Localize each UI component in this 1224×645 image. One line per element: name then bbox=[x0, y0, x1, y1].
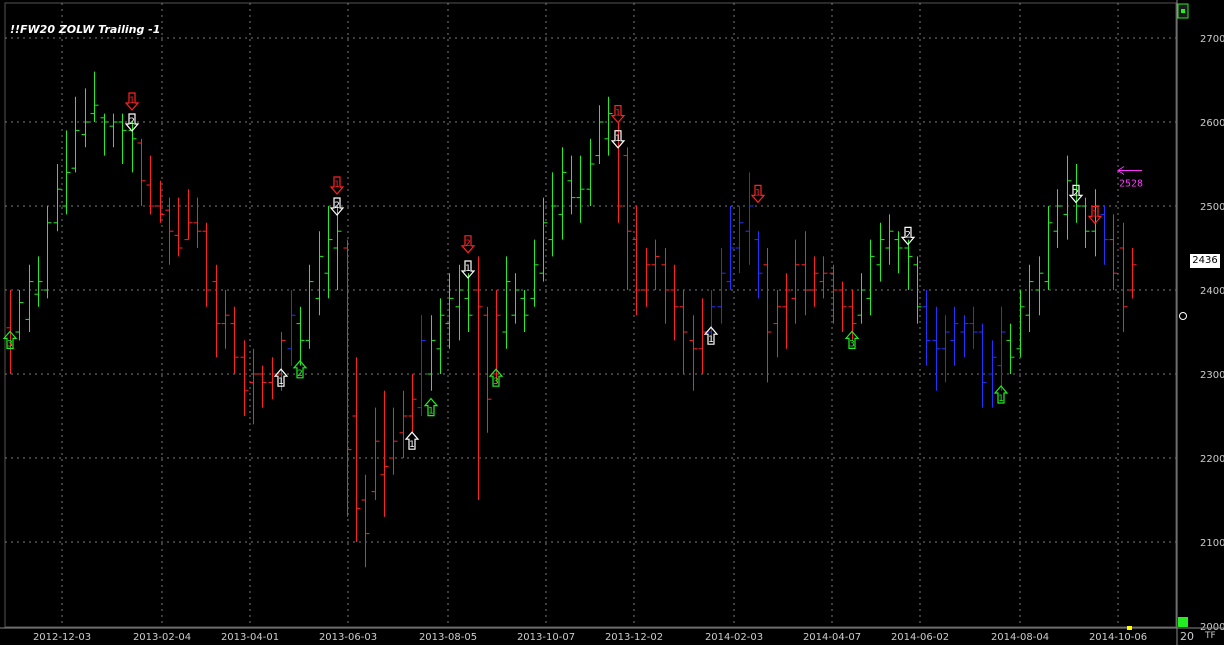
signal-label: 2 bbox=[465, 239, 471, 249]
chart-title: !!FW20 ZOLW Trailing -1 bbox=[10, 23, 161, 36]
signal-label: 2 bbox=[297, 369, 303, 379]
signal-label: 2 bbox=[1073, 188, 1079, 198]
signal-label: 1 bbox=[1092, 209, 1098, 219]
signal-label: 3 bbox=[493, 377, 499, 387]
signal-label: 1 bbox=[428, 407, 434, 417]
y-tick-label: 2300 bbox=[1200, 370, 1224, 381]
x-tick-label: 2013-06-03 bbox=[319, 632, 377, 643]
price-chart[interactable]: 200021002200230024002500260027002012-12-… bbox=[0, 0, 1224, 645]
y-tick-label: 2600 bbox=[1200, 118, 1224, 129]
signal-label: 1 bbox=[615, 109, 621, 119]
y-tick-label: 2100 bbox=[1200, 538, 1224, 549]
signal-label: 3 bbox=[849, 339, 855, 349]
x-tick-label: 2014-08-04 bbox=[991, 632, 1049, 643]
signal-label: 1 bbox=[708, 335, 714, 345]
y-tick-label: 2200 bbox=[1200, 454, 1224, 465]
x-tick-label: 2014-02-03 bbox=[705, 632, 763, 643]
chart-window: 2000 2100 2200 2300 2400 2500 2600 2700 2012-12-… bbox=[0, 0, 1224, 645]
signal-label: 1 bbox=[409, 440, 415, 450]
signal-label: 1 bbox=[615, 134, 621, 144]
signal-label: 3 bbox=[7, 339, 13, 349]
x-tick-label: 2013-08-05 bbox=[419, 632, 477, 643]
y-tick-label: 2700 bbox=[1200, 34, 1224, 45]
scroll-top-marker bbox=[1181, 9, 1185, 13]
signal-label: 1 bbox=[998, 394, 1004, 404]
x-tick-label: 2013-04-01 bbox=[221, 632, 279, 643]
y-tick-label: 2400 bbox=[1200, 286, 1224, 297]
signal-label: 1 bbox=[278, 377, 284, 387]
annotation-value: 2528 bbox=[1119, 178, 1143, 189]
signal-label: 1 bbox=[755, 188, 761, 198]
last-price-label: 2436 bbox=[1190, 254, 1220, 268]
x-tick-label: 2014-10-06 bbox=[1089, 632, 1147, 643]
time-marker bbox=[1127, 626, 1132, 630]
signal-label: 1 bbox=[465, 264, 471, 274]
x-tick-label: 2014-04-07 bbox=[803, 632, 861, 643]
signal-label: 2 bbox=[334, 201, 340, 211]
signal-label: 2 bbox=[129, 117, 135, 127]
corner-number: 20 bbox=[1180, 630, 1194, 643]
signal-label: 1 bbox=[129, 96, 135, 106]
x-tick-label: 2013-02-04 bbox=[133, 632, 191, 643]
signal-label: 2 bbox=[905, 230, 911, 240]
signal-label: 1 bbox=[334, 180, 340, 190]
x-tick-label: 2013-10-07 bbox=[517, 632, 575, 643]
scroll-bottom-handle[interactable] bbox=[1178, 617, 1188, 627]
crosshair-marker[interactable] bbox=[1179, 312, 1187, 320]
plot-frame bbox=[4, 2, 1177, 628]
x-tick-label: 2014-06-02 bbox=[891, 632, 949, 643]
timeframe-label[interactable]: TF bbox=[1205, 631, 1216, 641]
y-tick-label: 2500 bbox=[1200, 202, 1224, 213]
x-tick-label: 2013-12-02 bbox=[605, 632, 663, 643]
x-tick-label: 2012-12-03 bbox=[33, 632, 91, 643]
